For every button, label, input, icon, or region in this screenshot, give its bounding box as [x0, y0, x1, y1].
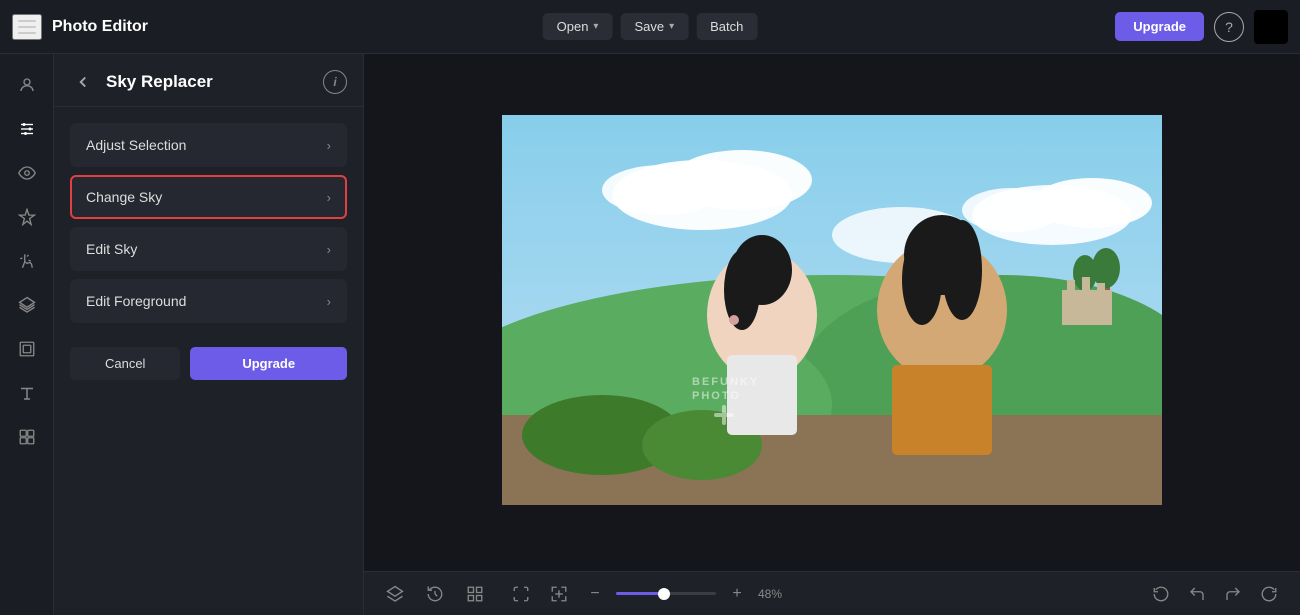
menu-item-chevron-change-sky: ›: [327, 190, 331, 205]
bottom-right-tools: [1146, 579, 1284, 609]
svg-text:PHOTO: PHOTO: [692, 390, 741, 402]
icon-sidebar: [0, 54, 54, 615]
open-button[interactable]: Open ▾: [543, 13, 613, 40]
sidebar-icon-layers[interactable]: [8, 286, 46, 324]
hamburger-menu-button[interactable]: [12, 14, 42, 40]
layers-button[interactable]: [380, 579, 410, 609]
app-title: Photo Editor: [52, 18, 148, 36]
svg-text:BEFUNKY: BEFUNKY: [692, 376, 759, 388]
canvas-image-wrapper: BEFUNKY PHOTO: [502, 115, 1162, 510]
menu-item-label-adjust-selection: Adjust Selection: [86, 137, 186, 153]
tool-panel: Sky Replacer i Adjust Selection›Change S…: [54, 54, 364, 615]
panel-title: Sky Replacer: [106, 72, 313, 92]
upgrade-panel-button[interactable]: Upgrade: [190, 347, 347, 380]
sidebar-icon-face[interactable]: [8, 66, 46, 104]
sidebar-icon-frames[interactable]: [8, 330, 46, 368]
zoom-level-display: 48%: [758, 587, 794, 601]
canvas-area: BEFUNKY PHOTO: [364, 54, 1300, 615]
zoom-slider-container: − + 48%: [582, 581, 794, 607]
main-body: Sky Replacer i Adjust Selection›Change S…: [0, 54, 1300, 615]
bottom-left-tools: [380, 579, 490, 609]
redo-button[interactable]: [1218, 579, 1248, 609]
menu-item-label-change-sky: Change Sky: [86, 189, 162, 205]
open-chevron-icon: ▾: [593, 21, 598, 32]
crop-fit-button[interactable]: [544, 579, 574, 609]
header-right-controls: Upgrade ?: [1115, 10, 1288, 44]
zoom-out-button[interactable]: −: [582, 581, 608, 607]
sidebar-icon-view[interactable]: [8, 154, 46, 192]
zoom-slider-track: [616, 592, 664, 595]
save-chevron-icon: ▾: [669, 21, 674, 32]
bottom-center-tools: − + 48%: [506, 579, 794, 609]
menu-item-change-sky[interactable]: Change Sky ›: [70, 175, 347, 219]
back-button[interactable]: [70, 71, 96, 93]
panel-header: Sky Replacer i: [54, 54, 363, 107]
cancel-button[interactable]: Cancel: [70, 347, 180, 380]
avatar[interactable]: [1254, 10, 1288, 44]
batch-button[interactable]: Batch: [696, 13, 757, 40]
menu-item-chevron-edit-foreground: ›: [327, 294, 331, 309]
panel-actions: Cancel Upgrade: [54, 339, 363, 396]
canvas-viewport[interactable]: BEFUNKY PHOTO: [364, 54, 1300, 571]
sidebar-icon-adjustments[interactable]: [8, 110, 46, 148]
zoom-in-button[interactable]: +: [724, 581, 750, 607]
sidebar-icon-text[interactable]: [8, 374, 46, 412]
menu-item-chevron-adjust-selection: ›: [327, 138, 331, 153]
save-button[interactable]: Save ▾: [620, 13, 688, 40]
zoom-slider[interactable]: [616, 592, 716, 595]
menu-item-edit-foreground[interactable]: Edit Foreground ›: [70, 279, 347, 323]
grid-button[interactable]: [460, 579, 490, 609]
app-header: Photo Editor Open ▾ Save ▾ Batch Upgrade…: [0, 0, 1300, 54]
menu-item-adjust-selection[interactable]: Adjust Selection ›: [70, 123, 347, 167]
canvas-image: BEFUNKY PHOTO: [502, 115, 1162, 505]
sidebar-icon-graphics[interactable]: [8, 418, 46, 456]
bottom-toolbar: − + 48%: [364, 571, 1300, 615]
sidebar-icon-touch[interactable]: [8, 242, 46, 280]
rotate-cw-button[interactable]: [1254, 579, 1284, 609]
header-center-controls: Open ▾ Save ▾ Batch: [543, 13, 758, 40]
menu-item-label-edit-foreground: Edit Foreground: [86, 293, 186, 309]
info-icon[interactable]: i: [323, 70, 347, 94]
history-button[interactable]: [420, 579, 450, 609]
panel-menu-list: Adjust Selection›Change Sky›Edit Sky›Edi…: [54, 107, 363, 339]
undo-button[interactable]: [1182, 579, 1212, 609]
rotate-ccw-button[interactable]: [1146, 579, 1176, 609]
fit-screen-button[interactable]: [506, 579, 536, 609]
menu-item-edit-sky[interactable]: Edit Sky ›: [70, 227, 347, 271]
zoom-slider-thumb[interactable]: [658, 588, 670, 600]
sidebar-icon-effects[interactable]: [8, 198, 46, 236]
upgrade-button[interactable]: Upgrade: [1115, 12, 1204, 41]
help-button[interactable]: ?: [1214, 12, 1244, 42]
menu-item-label-edit-sky: Edit Sky: [86, 241, 137, 257]
menu-item-chevron-edit-sky: ›: [327, 242, 331, 257]
